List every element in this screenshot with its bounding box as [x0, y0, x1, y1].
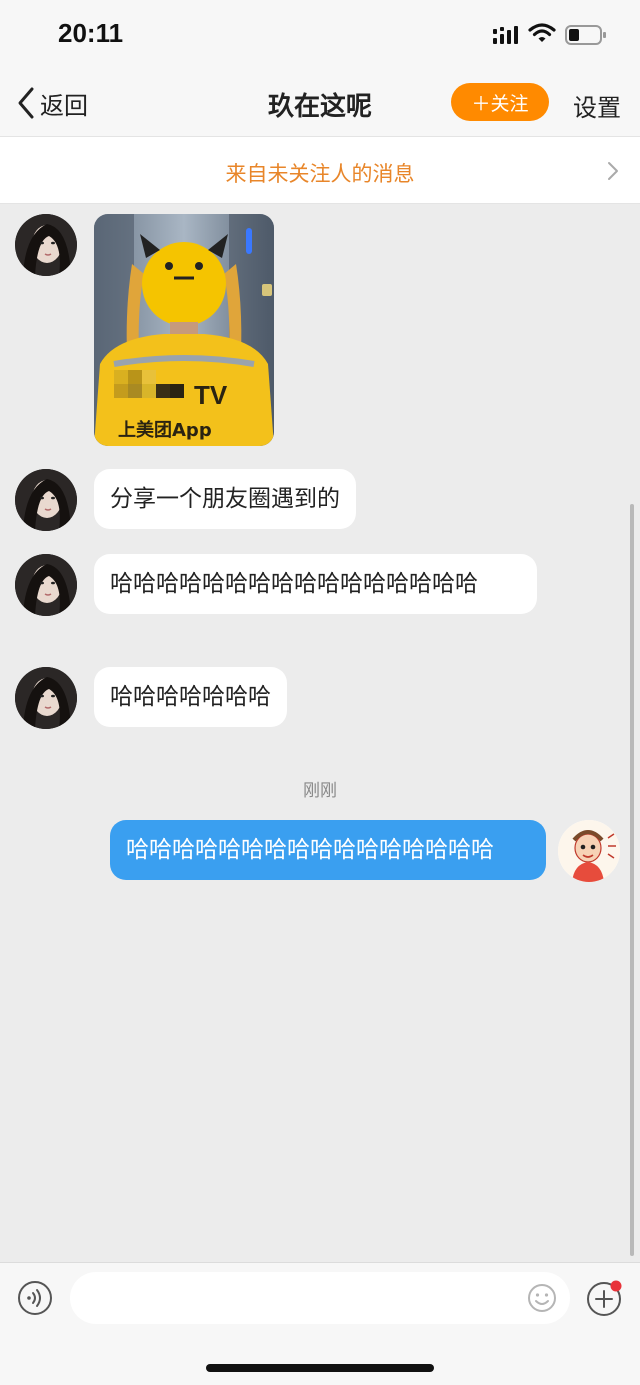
chat-scrollbar[interactable] [630, 504, 634, 1256]
sender-avatar-image [15, 667, 77, 729]
my-avatar-image [558, 820, 620, 882]
settings-button[interactable]: 设置 [573, 88, 621, 123]
message-timestamp: 刚刚 [303, 781, 337, 801]
incoming-message-bubble[interactable]: 哈哈哈哈哈哈哈 [94, 667, 287, 727]
emoji-icon[interactable] [527, 1283, 557, 1313]
my-avatar[interactable] [558, 820, 620, 882]
sender-avatar-image [15, 214, 77, 276]
photo-caption: 上美团App [118, 419, 212, 441]
signal-icon [493, 26, 518, 44]
incoming-message-bubble[interactable]: 哈哈哈哈哈哈哈哈哈哈哈哈哈哈哈哈 [94, 554, 537, 614]
stranger-message-banner[interactable]: 来自未关注人的消息 [0, 136, 640, 204]
delivery-rider-photo: TV 上美团App [94, 214, 274, 446]
nav-bar: 返回 玖在这呢 ＋关注 设置 [0, 70, 640, 136]
sender-avatar[interactable] [15, 469, 77, 531]
sender-avatar[interactable] [15, 214, 77, 276]
sender-avatar-image [15, 554, 77, 616]
wifi-icon [528, 23, 556, 42]
voice-icon[interactable] [17, 1280, 53, 1316]
follow-button[interactable]: ＋关注 [451, 83, 549, 121]
sender-avatar[interactable] [15, 554, 77, 616]
incoming-message-bubble[interactable]: 分享一个朋友圈遇到的 [94, 469, 356, 529]
chat-area[interactable]: TV 上美团App 分享一个朋友圈遇到的 哈哈哈哈哈哈哈哈哈哈哈哈哈哈哈哈 哈哈… [0, 204, 640, 1262]
chevron-right-icon [608, 162, 618, 180]
battery-icon [565, 25, 606, 45]
svg-text:TV: TV [194, 380, 228, 410]
home-indicator[interactable] [206, 1364, 434, 1372]
input-bar [0, 1262, 640, 1385]
sender-avatar-image [15, 469, 77, 531]
notification-dot [610, 1280, 622, 1292]
sender-avatar[interactable] [15, 667, 77, 729]
status-time: 20:11 [58, 18, 124, 48]
plus-icon[interactable] [585, 1279, 623, 1317]
message-input[interactable] [70, 1272, 570, 1324]
outgoing-message-bubble[interactable]: 哈哈哈哈哈哈哈哈哈哈哈哈哈哈哈哈 [110, 820, 546, 880]
status-bar: 20:11 [0, 0, 640, 70]
image-message[interactable]: TV 上美团App [94, 214, 274, 446]
banner-text: 来自未关注人的消息 [225, 162, 415, 186]
